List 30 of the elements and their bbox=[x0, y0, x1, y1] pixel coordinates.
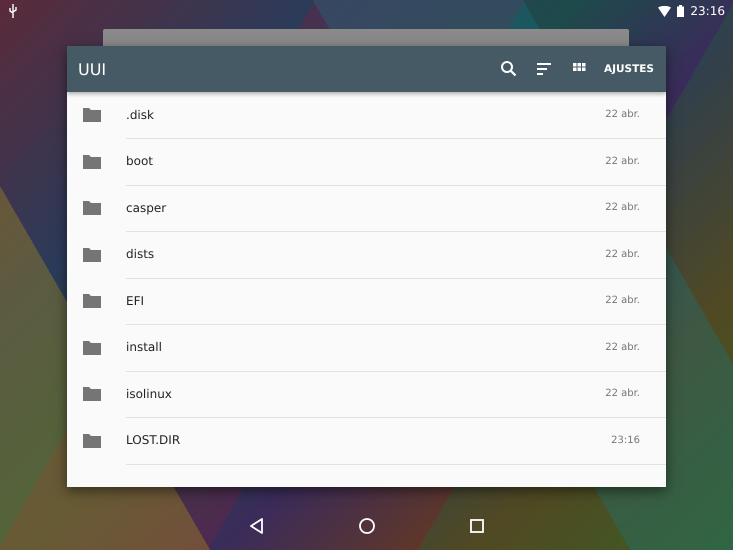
modified-date: 22 abr. bbox=[605, 109, 640, 120]
folder-name[interactable]: boot bbox=[126, 154, 606, 168]
wifi-icon bbox=[658, 6, 672, 16]
folder-icon bbox=[83, 106, 101, 124]
modified-date: 22 abr. bbox=[605, 342, 640, 353]
folder-name[interactable]: dists bbox=[126, 247, 606, 262]
modified-date: 22 abr. bbox=[605, 202, 640, 214]
usb-icon bbox=[8, 4, 18, 18]
settings-button[interactable]: AJUSTES bbox=[602, 59, 656, 79]
folder-icon bbox=[83, 292, 101, 310]
modified-date: 22 abr. bbox=[605, 388, 640, 400]
app-title: UUI bbox=[78, 60, 108, 78]
folder-icon bbox=[83, 152, 101, 171]
folder-name[interactable]: install bbox=[126, 340, 606, 354]
modified-date: 22 abr. bbox=[605, 156, 640, 167]
modified-date: 23:16 bbox=[611, 434, 640, 446]
folder-name[interactable]: isolinux bbox=[126, 386, 606, 401]
folder-name[interactable]: EFI bbox=[126, 294, 606, 308]
folder-name[interactable]: casper bbox=[126, 200, 606, 215]
folder-icon bbox=[83, 246, 101, 264]
folder-name[interactable]: .disk bbox=[126, 108, 606, 122]
folder-icon bbox=[83, 199, 101, 218]
clock: 23:16 bbox=[690, 4, 725, 18]
folder-icon bbox=[83, 385, 101, 404]
folder-name[interactable]: LOST.DIR bbox=[126, 433, 612, 448]
folder-icon bbox=[83, 338, 101, 357]
battery-icon bbox=[677, 5, 684, 17]
modified-date: 22 abr. bbox=[605, 248, 640, 260]
modified-date: 22 abr. bbox=[605, 295, 640, 306]
folder-icon bbox=[83, 432, 101, 450]
